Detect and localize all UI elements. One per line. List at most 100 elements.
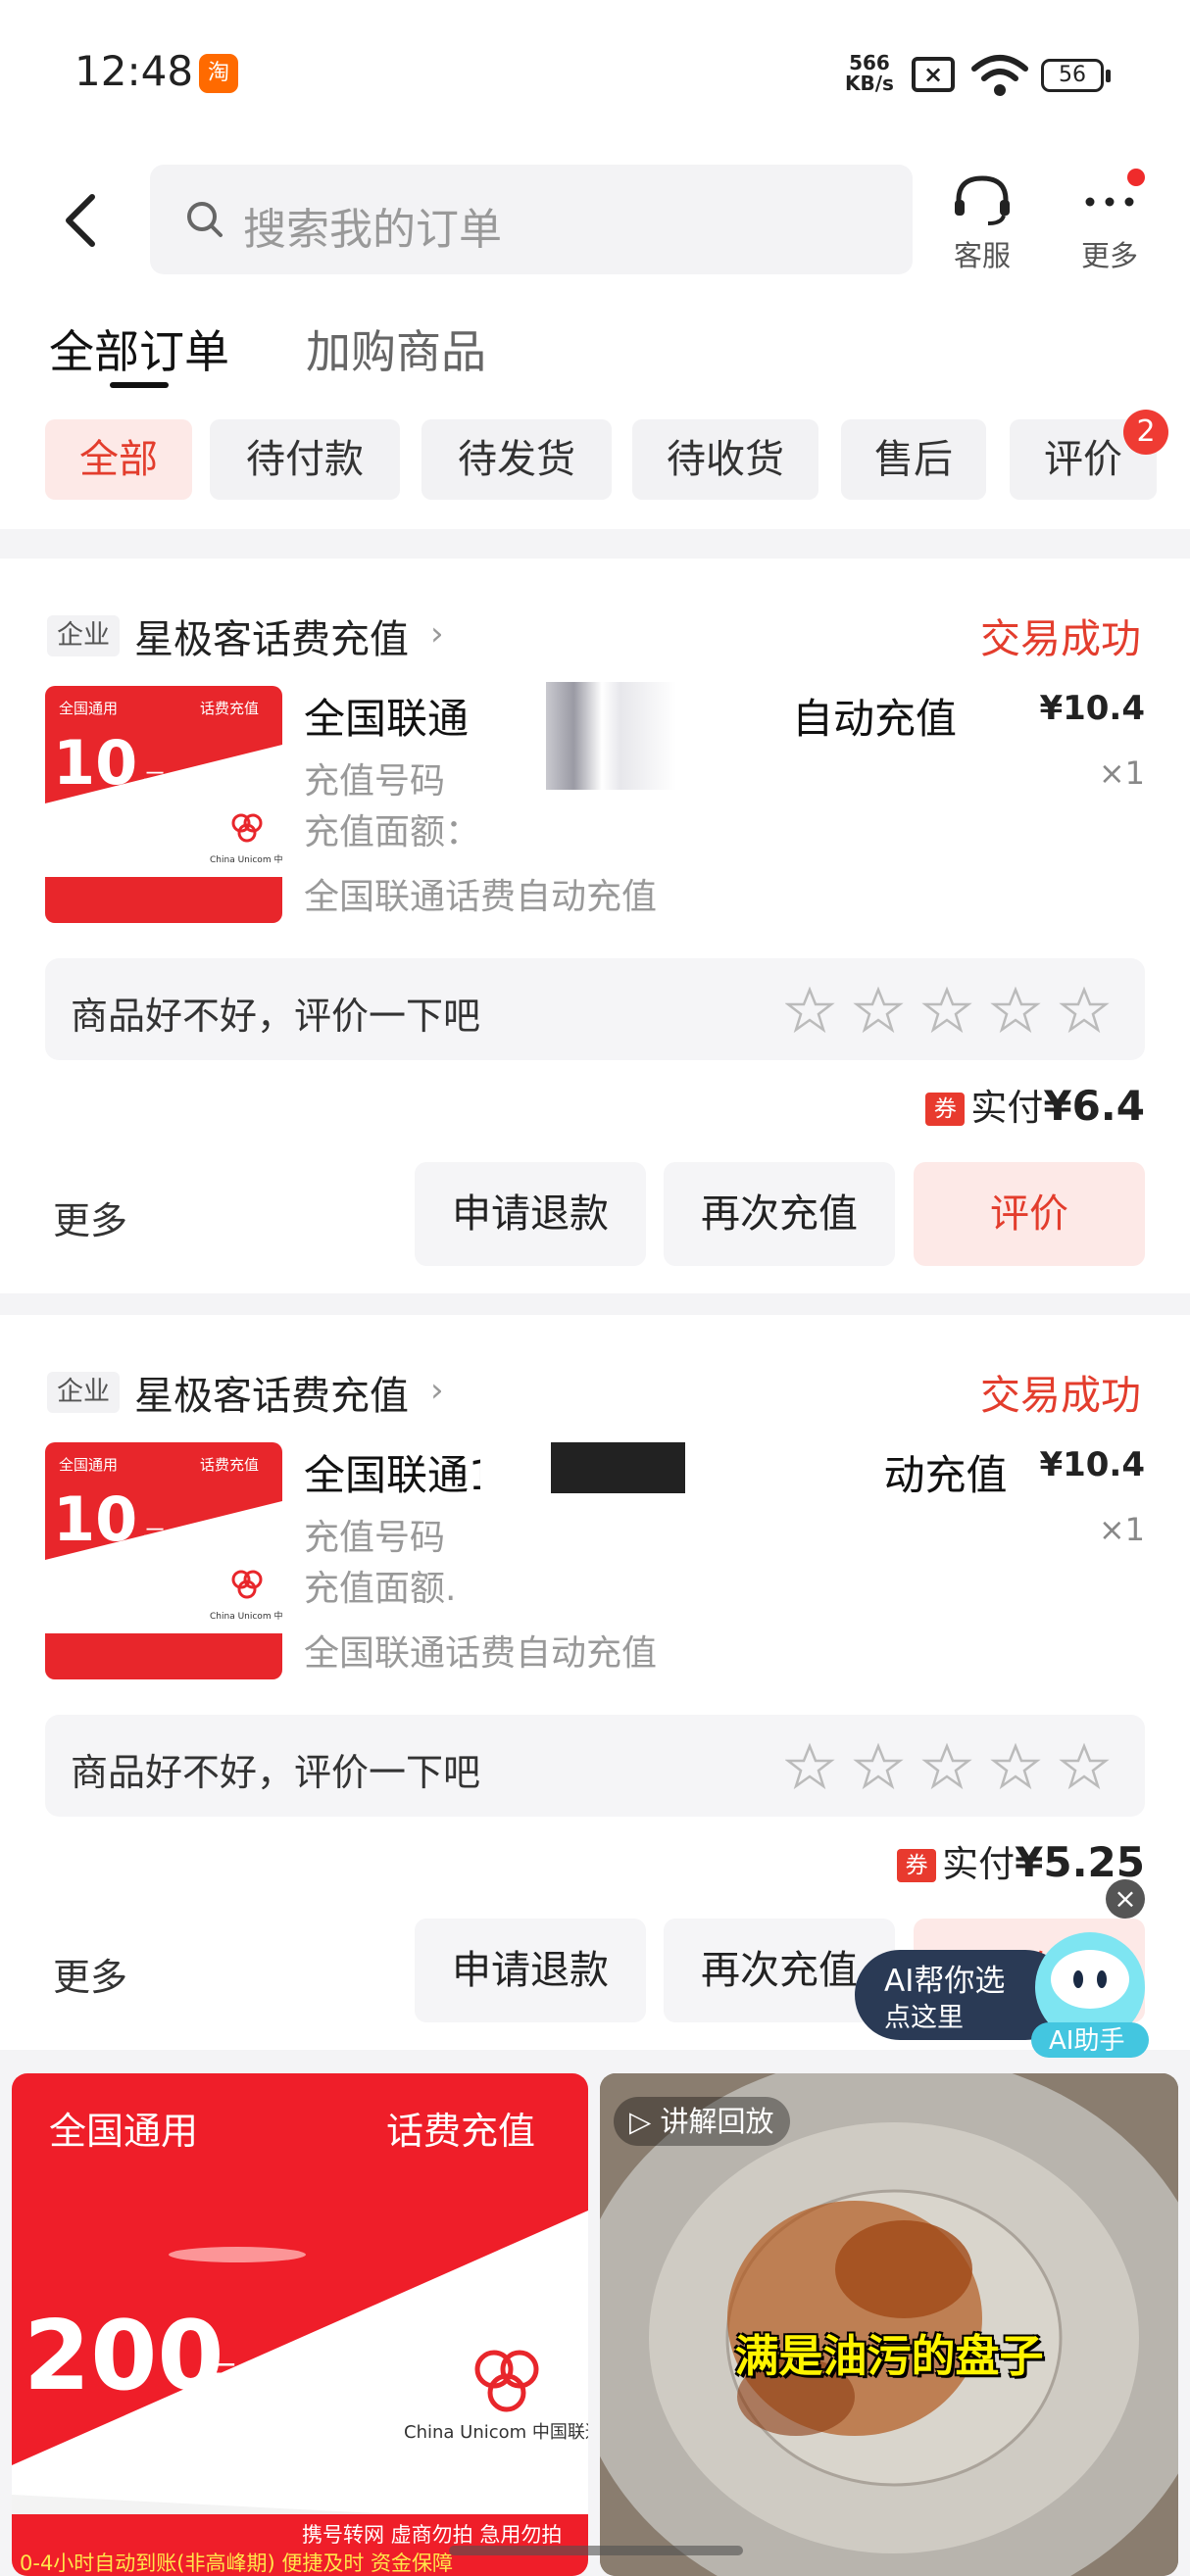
no-sim-icon: × [912, 57, 955, 92]
status-time: 12:48 [74, 47, 194, 95]
play-icon: ▷ [629, 2105, 661, 2138]
product-thumbnail[interactable]: 全国通用 话费充值 10 元 China Unicom 中国联通 [45, 686, 282, 923]
product-quantity: ×1 [1098, 1511, 1145, 1548]
product-thumbnail[interactable]: 全国通用 话费充值 10 元 China Unicom 中国联通 [45, 1442, 282, 1679]
thumb-unit: 元 [143, 768, 167, 796]
more-actions[interactable]: 更多 [53, 1191, 127, 1244]
tab-underline [110, 382, 169, 388]
net-speed-unit: KB/s [845, 72, 894, 95]
chevron-right-icon[interactable]: › [430, 1371, 444, 1410]
review-prompt[interactable]: 商品好不好，评价一下吧 [45, 958, 1145, 1060]
recharge-again-button[interactable]: 再次充值 [664, 1162, 895, 1266]
order-status: 交易成功 [980, 615, 1141, 662]
product-desc: 全国联通话费自动充值 [304, 1633, 658, 1674]
tab-cart-items[interactable]: 加购商品 [306, 316, 486, 381]
thumb-tag-left: 全国通用 [59, 700, 118, 717]
thumb-amount: 10 [53, 727, 137, 799]
thumb-tag-right: 话费充值 [200, 700, 259, 717]
recharge-amount: 充值面额： [304, 812, 481, 852]
customer-service-button[interactable]: 客服 [941, 172, 1023, 274]
feed-tag-right: 话费充值 [386, 2110, 535, 2153]
search-icon [187, 202, 223, 237]
feed-amount: 200 [24, 2301, 224, 2412]
shop-name[interactable]: 星极客话费充值 [134, 608, 409, 664]
coupon-icon: 券 [897, 1849, 937, 1882]
feed-video-card[interactable]: ▷ 讲解回放 满是油污的盘子 [600, 2073, 1178, 2576]
thumb-brand: China Unicom 中国联通 [210, 1610, 282, 1622]
more-menu-button[interactable]: 更多 [1068, 172, 1151, 274]
filter-pending-receipt[interactable]: 待收货 [632, 419, 818, 500]
review-prompt[interactable]: 商品好不好，评价一下吧 [45, 1715, 1145, 1817]
filter-pending-shipment[interactable]: 待发货 [421, 419, 612, 500]
feed-tag-left: 全国通用 [49, 2110, 198, 2153]
close-ai-icon[interactable]: × [1106, 1879, 1145, 1919]
paid-value: ¥6.4 [1043, 1082, 1145, 1130]
thumb-unit: 元 [143, 1525, 167, 1552]
product-price: ¥10.4 [1039, 1445, 1145, 1484]
wifi-icon [971, 55, 1028, 96]
taobao-app-icon: 淘 [199, 54, 238, 93]
replay-label: 讲解回放 [660, 2105, 774, 2138]
shop-name[interactable]: 星极客话费充值 [134, 1364, 409, 1421]
paid-label: 实付 [942, 1843, 1016, 1885]
product-title-tail: 动充值 [883, 1451, 1008, 1499]
feed-product-card[interactable]: 全国通用 话费充值 200 元 China Unicom 中国联通 携号转网 虚… [12, 2073, 588, 2576]
service-label: 客服 [953, 239, 1011, 272]
thumb-brand: China Unicom 中国联通 [210, 853, 282, 865]
company-tag: 企业 [47, 615, 120, 656]
product-title-tail: 自动充值 [792, 695, 958, 743]
network-speed: 566 KB/s [845, 53, 894, 94]
filter-after-sales[interactable]: 售后 [841, 419, 986, 500]
headset-icon [955, 175, 1010, 225]
review-text: 商品好不好，评价一下吧 [71, 995, 481, 1038]
redaction-mask [480, 1442, 833, 1493]
back-arrow-icon[interactable] [57, 191, 106, 250]
filter-pending-payment[interactable]: 待付款 [210, 419, 400, 500]
feed-banner2: 0-4小时自动到账(非高峰期) 便捷及时 资金保障 [20, 2552, 453, 2575]
paid-label: 实付 [970, 1087, 1044, 1129]
paid-amount: 券实付¥6.4 [925, 1078, 1145, 1131]
status-bar: 12:48 淘 566 KB/s × 56 [0, 0, 1190, 147]
recharge-number: 充值号码 [304, 1518, 446, 1558]
recharge-number: 充值号码 [304, 761, 446, 802]
product-title-head: 全国联通 [304, 695, 470, 743]
star-rating[interactable] [785, 1742, 1123, 1791]
search-placeholder: 搜索我的订单 [243, 205, 502, 255]
chevron-right-icon[interactable]: › [430, 614, 444, 654]
product-quantity: ×1 [1098, 754, 1145, 792]
tab-all-orders[interactable]: 全部订单 [49, 316, 229, 381]
ai-line2: 点这里 [884, 2003, 964, 2033]
video-caption: 满是油污的盘子 [734, 2330, 1044, 2382]
product-desc: 全国联通话费自动充值 [304, 877, 658, 917]
search-input[interactable]: 搜索我的订单 [150, 165, 913, 274]
feed-brand: China Unicom 中国联通 [404, 2422, 588, 2443]
feed-banner1: 携号转网 虚商勿拍 急用勿拍 [302, 2523, 562, 2547]
thumb-amount: 10 [53, 1483, 137, 1555]
ai-label: AI助手 [1049, 2026, 1124, 2056]
more-label: 更多 [1080, 239, 1138, 272]
order-card: 企业 星极客话费充值 › 交易成功 全国通用 话费充值 10 元 China U… [0, 559, 1190, 1293]
battery-icon: 56 [1041, 59, 1111, 92]
recharge-amount: 充值面额. [304, 1569, 457, 1609]
product-price: ¥10.4 [1039, 689, 1145, 728]
ai-assistant-float[interactable]: AI帮你选 点这里 AI助手 [855, 1920, 1159, 2058]
thumb-tag-right: 话费充值 [200, 1456, 259, 1474]
redaction-mask [490, 682, 676, 790]
star-rating[interactable] [785, 986, 1123, 1035]
ai-line1: AI帮你选 [884, 1964, 1005, 1999]
review-button[interactable]: 评价 [914, 1162, 1145, 1266]
home-indicator [449, 2546, 743, 2555]
replay-badge: ▷ 讲解回放 [614, 2097, 790, 2146]
refund-button[interactable]: 申请退款 [415, 1919, 646, 2022]
notification-dot [1127, 169, 1145, 186]
review-count-badge: 2 [1123, 410, 1168, 455]
filter-all[interactable]: 全部 [45, 419, 192, 500]
review-text: 商品好不好，评价一下吧 [71, 1751, 481, 1794]
thumb-tag-left: 全国通用 [59, 1456, 118, 1474]
refund-button[interactable]: 申请退款 [415, 1162, 646, 1266]
company-tag: 企业 [47, 1372, 120, 1413]
more-actions[interactable]: 更多 [53, 1947, 127, 2001]
paid-amount: 券实付¥5.25 [897, 1834, 1145, 1887]
feed-unit: 元 [206, 2358, 239, 2398]
coupon-icon: 券 [925, 1093, 966, 1126]
